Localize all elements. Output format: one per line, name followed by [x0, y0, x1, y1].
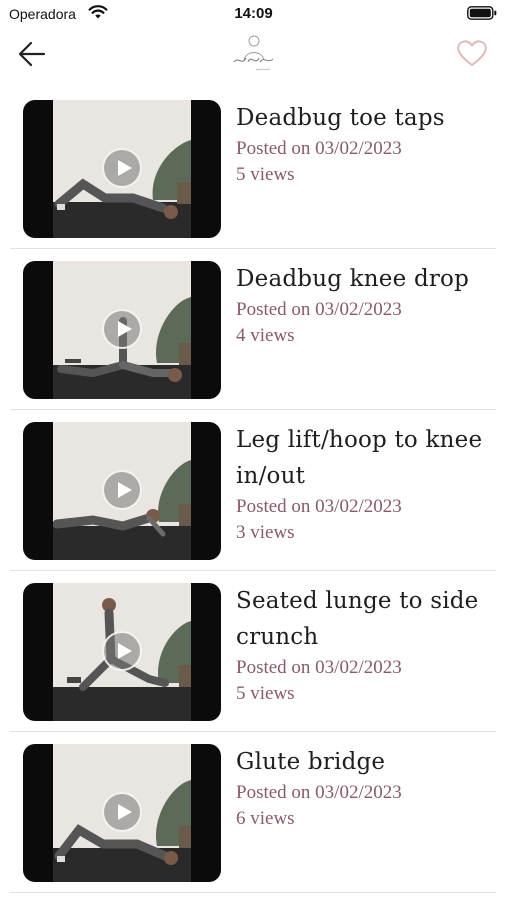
video-title: Deadbug knee drop [236, 266, 470, 292]
posted-date: Posted on 03/02/2023 [236, 299, 402, 320]
list-item[interactable]: Glute bridge Posted on 03/02/2023 6 view… [10, 732, 496, 893]
battery-icon [467, 6, 497, 20]
video-thumbnail[interactable] [23, 744, 221, 882]
view-count: 5 views [236, 164, 295, 185]
posted-date: Posted on 03/02/2023 [236, 782, 402, 803]
list-item[interactable]: Deadbug toe taps Posted on 03/02/2023 5 … [10, 88, 496, 249]
view-count: 5 views [236, 683, 295, 704]
list-item[interactable]: Leg lift/hoop to knee in/out Posted on 0… [10, 410, 496, 571]
video-info: Glute bridge Posted on 03/02/2023 6 view… [236, 744, 494, 832]
view-count: 6 views [236, 808, 295, 829]
status-bar: Operadora 14:09 [0, 0, 507, 30]
video-thumbnail[interactable] [23, 100, 221, 238]
video-title: Seated lunge to side crunch [236, 588, 479, 650]
posted-date: Posted on 03/02/2023 [236, 657, 402, 678]
video-title: Leg lift/hoop to knee in/out [236, 427, 483, 489]
list-item[interactable]: Deadbug knee drop Posted on 03/02/2023 4… [10, 249, 496, 410]
video-thumbnail[interactable] [23, 261, 221, 399]
video-info: Deadbug toe taps Posted on 03/02/2023 5 … [236, 100, 494, 188]
arrow-left-icon[interactable] [16, 39, 50, 69]
play-button[interactable] [102, 309, 142, 349]
view-count: 3 views [236, 522, 295, 543]
list-item[interactable]: Seated lunge to side crunch Posted on 03… [10, 571, 496, 732]
video-thumbnail[interactable] [23, 583, 221, 721]
posted-date: Posted on 03/02/2023 [236, 496, 402, 517]
brand-logo [233, 35, 273, 71]
video-info: Leg lift/hoop to knee in/out Posted on 0… [236, 422, 494, 546]
nav-bar [0, 30, 507, 80]
video-info: Deadbug knee drop Posted on 03/02/2023 4… [236, 261, 494, 349]
play-button[interactable] [102, 631, 142, 671]
clock: 14:09 [234, 5, 273, 22]
video-thumbnail[interactable] [23, 422, 221, 560]
play-button[interactable] [102, 792, 142, 832]
video-info: Seated lunge to side crunch Posted on 03… [236, 583, 494, 707]
play-button[interactable] [102, 470, 142, 510]
video-title: Glute bridge [236, 749, 386, 775]
posted-date: Posted on 03/02/2023 [236, 138, 402, 159]
video-list: Deadbug toe taps Posted on 03/02/2023 5 … [0, 88, 507, 893]
video-title: Deadbug toe taps [236, 105, 445, 131]
heart-outline-icon[interactable] [455, 37, 489, 69]
play-button[interactable] [102, 148, 142, 188]
view-count: 4 views [236, 325, 295, 346]
